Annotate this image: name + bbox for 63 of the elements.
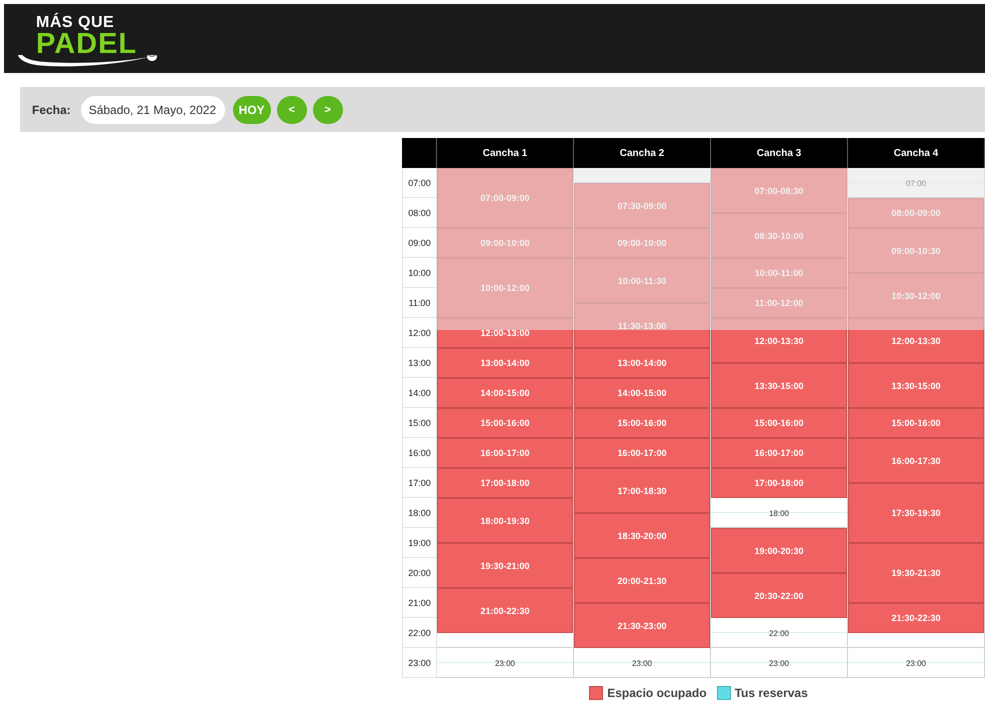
booked-slot: 08:30-10:00 [711,213,847,258]
court-header: Cancha 4 [848,138,985,168]
booked-slot: 20:30-22:00 [711,573,847,618]
booked-slot: 15:00-16:00 [711,408,847,438]
free-slot[interactable]: 23:00 [711,648,847,678]
booked-slot: 14:00-15:00 [574,378,710,408]
booked-slot: 17:00-18:30 [574,468,710,513]
booked-slot: 13:00-14:00 [574,348,710,378]
legend-label: Espacio ocupado [607,686,707,700]
booked-slot: 07:30-09:00 [574,183,710,228]
logo-text: PADEL [36,30,138,58]
booked-slot: 21:30-23:00 [574,603,710,648]
booked-slot: 21:30-22:30 [848,603,984,633]
booked-slot: 07:00-09:00 [437,168,573,228]
booked-slot: 19:00-20:30 [711,528,847,573]
booked-slot: 10:00-12:00 [437,258,573,318]
booked-slot: 13:00-14:00 [437,348,573,378]
booked-slot: 16:00-17:00 [574,438,710,468]
booked-slot: 18:00-19:30 [437,498,573,543]
booked-slot: 17:00-18:00 [711,468,847,498]
booked-slot: 10:30-12:00 [848,273,984,318]
logo-text: MÁS QUE [36,14,114,30]
booked-slot: 16:00-17:00 [437,438,573,468]
booked-slot: 21:00-22:30 [437,588,573,633]
booked-slot: 19:30-21:00 [437,543,573,588]
booked-slot: 16:00-17:00 [711,438,847,468]
free-slot[interactable]: 18:00 [711,498,847,528]
booked-slot: 12:00-13:30 [711,318,847,363]
booked-slot: 15:00-16:00 [574,408,710,438]
booked-slot: 16:00-17:30 [848,438,984,483]
free-slot[interactable]: 22:00 [711,618,847,648]
booked-slot: 13:30-15:00 [848,363,984,408]
free-slot[interactable]: 23:00 [848,648,984,678]
booked-slot: 10:00-11:00 [711,258,847,288]
booked-slot: 18:30-20:00 [574,513,710,558]
booked-slot: 11:00-12:00 [711,288,847,318]
booked-slot: 19:30-21:30 [848,543,984,603]
court-header: Cancha 1 [437,138,574,168]
booked-slot: 09:00-10:00 [574,228,710,258]
free-slot[interactable]: 23:00 [437,648,573,678]
booked-slot: 12:00-13:00 [437,318,573,348]
booked-slot: 10:00-11:30 [574,258,710,303]
date-label: Fecha: [32,102,71,116]
booked-slot: 08:00-09:00 [848,198,984,228]
booked-slot: 09:00-10:00 [437,228,573,258]
booked-slot: 09:00-10:30 [848,228,984,273]
booked-slot: 20:00-21:30 [574,558,710,603]
booked-slot: 15:00-16:00 [437,408,573,438]
booked-slot: 14:00-15:00 [437,378,573,408]
court-header: Cancha 3 [711,138,848,168]
booked-slot: 17:00-18:00 [437,468,573,498]
booked-slot: 13:30-15:00 [711,363,847,408]
hour-label: 23:00 [402,648,437,678]
booked-slot: 11:30-13:00 [574,303,710,348]
header-cell [402,138,437,168]
free-slot[interactable]: 23:00 [574,648,710,678]
date-field[interactable]: Sábado, 21 Mayo, 2022 [80,96,225,124]
legend-label: Tus reservas [734,686,808,700]
booked-slot: 17:30-19:30 [848,483,984,543]
booked-slot: 12:00-13:30 [848,318,984,363]
booked-slot: 07:00-08:30 [711,168,847,213]
booked-slot: 15:00-16:00 [848,408,984,438]
court-header: Cancha 2 [574,138,711,168]
